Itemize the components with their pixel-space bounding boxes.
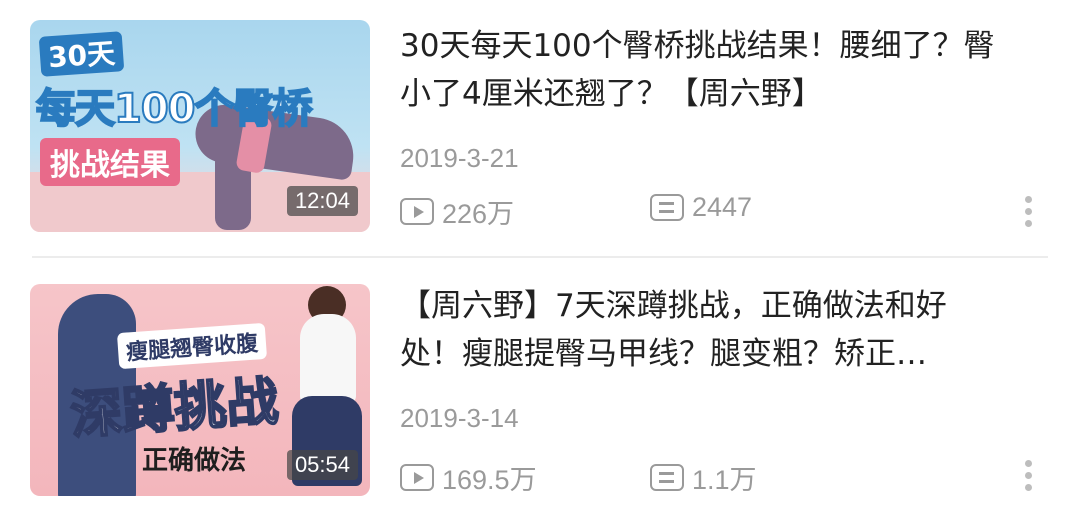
play-icon — [400, 198, 434, 225]
view-count: 169.5万 — [400, 458, 537, 497]
video-thumbnail[interactable]: 瘦腿翘臀收腹 深蹲挑战 正确做法 05:54 — [30, 284, 370, 496]
video-title[interactable]: 【周六野】7天深蹲挑战，正确做法和好处！瘦腿提臀马甲线？腿变粗？矫正… — [400, 282, 1000, 378]
upload-date: 2019-3-14 — [400, 403, 519, 433]
video-card[interactable]: 30天 每天100个臀桥 挑战结果 12:04 30天每天100个臀桥挑战结果！… — [0, 0, 1080, 250]
view-count-value: 169.5万 — [442, 465, 537, 495]
video-duration: 12:04 — [286, 186, 358, 216]
thumbnail-headline: 每天100个臀桥 — [35, 85, 313, 133]
upload-date: 2019-3-21 — [400, 143, 519, 173]
comment-icon — [650, 194, 684, 221]
thumbnail-tag: 30天 — [38, 31, 125, 77]
view-count: 226万 — [400, 192, 514, 231]
video-card[interactable]: 瘦腿翘臀收腹 深蹲挑战 正确做法 05:54 【周六野】7天深蹲挑战，正确做法和… — [0, 262, 1080, 512]
comment-count: 1.1万 — [650, 458, 757, 497]
more-vertical-icon[interactable] — [1020, 196, 1036, 236]
thumbnail-subtitle: 挑战结果 — [40, 138, 180, 186]
divider — [32, 256, 1048, 258]
play-icon — [400, 464, 434, 491]
more-vertical-icon[interactable] — [1020, 460, 1036, 500]
video-title[interactable]: 30天每天100个臀桥挑战结果！腰细了？臀小了4厘米还翘了？【周六野】 — [400, 22, 1000, 118]
thumbnail-subtitle: 正确做法 — [142, 446, 247, 476]
comment-count: 2447 — [650, 192, 752, 223]
thumbnail-figure-torso — [300, 314, 356, 404]
comment-count-value: 1.1万 — [692, 465, 757, 495]
thumbnail-headline: 深蹲挑战 — [68, 371, 282, 447]
view-count-value: 226万 — [442, 199, 515, 229]
comment-icon — [650, 464, 684, 491]
comment-count-value: 2447 — [692, 192, 753, 222]
video-thumbnail[interactable]: 30天 每天100个臀桥 挑战结果 12:04 — [30, 20, 370, 232]
video-duration: 05:54 — [286, 450, 358, 480]
